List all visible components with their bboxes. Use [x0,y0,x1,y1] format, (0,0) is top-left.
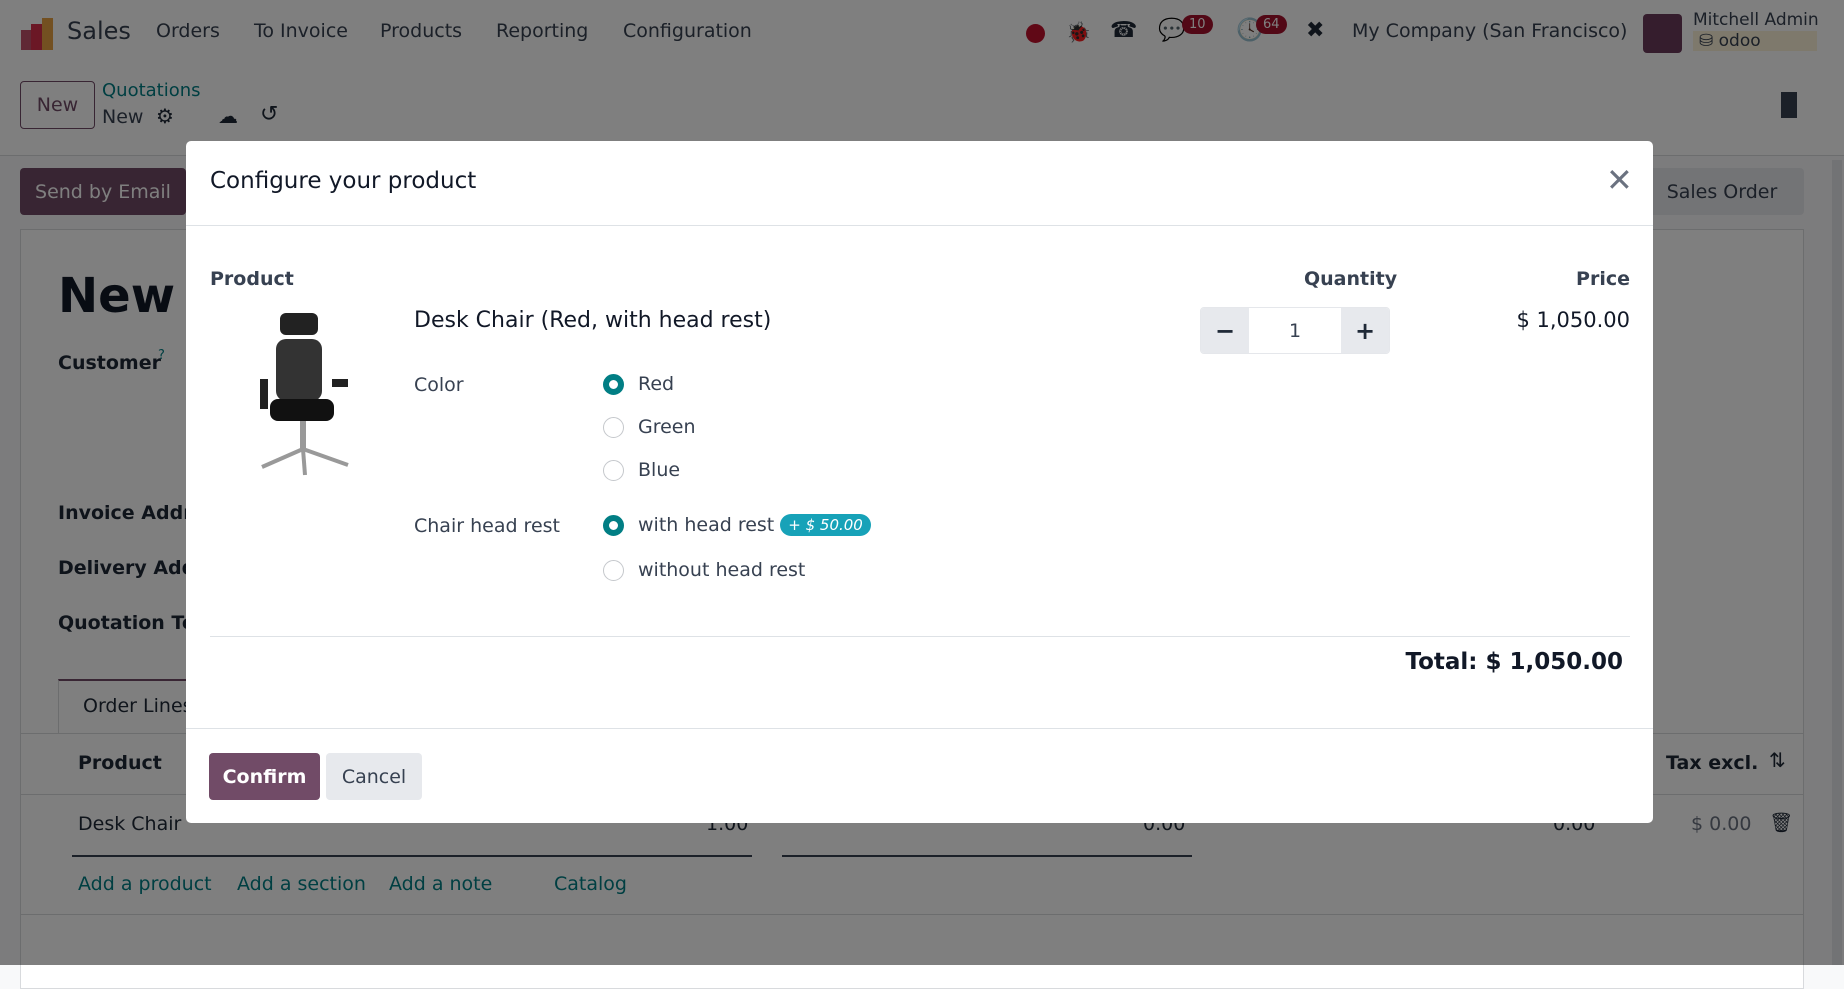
close-icon[interactable]: ✕ [1606,161,1633,199]
option-with-head-rest[interactable]: with head rest + $ 50.00 [603,514,871,536]
option-label: Red [638,373,675,395]
quantity-stepper[interactable]: − 1 + [1200,307,1390,354]
option-blue[interactable]: Blue [603,459,680,481]
option-green[interactable]: Green [603,416,696,438]
col-product-label: Product [210,268,294,290]
confirm-button[interactable]: Confirm [209,753,320,800]
option-red[interactable]: Red [603,373,674,395]
total-amount: Total: $ 1,050.00 [1405,649,1623,675]
product-price: $ 1,050.00 [1516,308,1630,332]
configure-product-dialog: Configure your product ✕ Product Quantit… [186,141,1653,823]
product-name: Desk Chair (Red, with head rest) [414,308,772,333]
option-label: with head rest [638,514,775,536]
option-label: without head rest [638,559,806,581]
dialog-header: Configure your product ✕ [186,141,1653,226]
product-image [260,313,349,476]
attribute-label: Chair head rest [414,515,560,537]
divider [210,636,1630,637]
radio-unselected[interactable] [603,416,624,438]
col-price-label: Price [1576,268,1630,290]
cancel-button[interactable]: Cancel [326,753,422,800]
dialog-title: Configure your product [210,168,477,194]
option-label: Blue [638,459,681,481]
radio-selected[interactable] [603,514,624,536]
attribute-label: Color [414,374,464,396]
dialog-footer-divider [186,728,1653,729]
option-label: Green [638,416,696,438]
decrease-quantity-button[interactable]: − [1201,308,1249,353]
price-extra-badge: + $ 50.00 [780,514,871,536]
increase-quantity-button[interactable]: + [1341,308,1389,353]
radio-unselected[interactable] [603,559,624,581]
option-without-head-rest[interactable]: without head rest [603,559,805,581]
quantity-input[interactable]: 1 [1249,308,1341,353]
radio-unselected[interactable] [603,459,624,481]
col-quantity-label: Quantity [1304,268,1398,290]
radio-selected[interactable] [603,373,624,395]
